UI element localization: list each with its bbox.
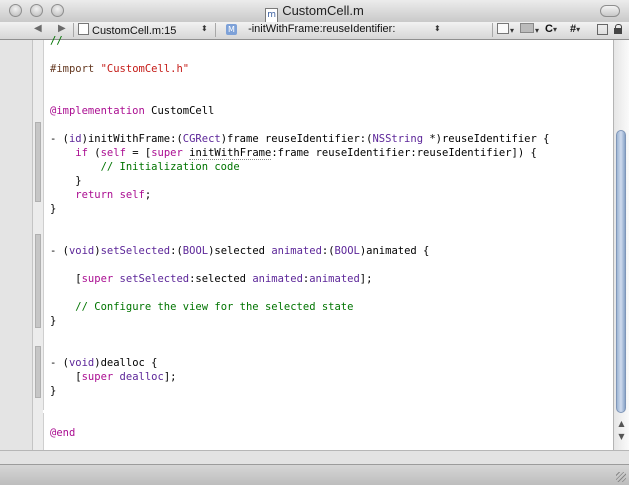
code-line[interactable]: [super setSelected:selected animated:ani… <box>50 272 372 286</box>
bookmarks-popup[interactable]: ▾ <box>497 23 514 36</box>
code-line[interactable]: if (self = [super initWithFrame:frame re… <box>50 146 537 160</box>
bookmarks-icon <box>497 23 509 34</box>
code-line[interactable]: } <box>50 174 81 188</box>
source-file-icon: m <box>265 8 279 23</box>
nav-divider <box>492 23 493 37</box>
includes-caret-icon: ▾ <box>576 25 581 34</box>
code-line[interactable]: @implementation CustomCell <box>50 104 214 118</box>
nav-divider <box>215 23 216 37</box>
code-line[interactable]: } <box>50 384 56 398</box>
navigation-bar: ◀ ▶ CustomCell.m:15 ⬍ M -initWithFrame:r… <box>0 22 629 40</box>
code-line[interactable]: } <box>50 314 56 328</box>
file-doc-icon <box>78 23 89 35</box>
counterpart-label: C <box>545 23 553 35</box>
editor-bottom-margin <box>43 410 613 413</box>
file-history-label: CustomCell.m:15 <box>92 25 177 37</box>
code-line[interactable]: // Configure the view for the selected s… <box>50 300 353 314</box>
code-line[interactable]: [super dealloc]; <box>50 370 176 384</box>
fold-region-marker[interactable] <box>35 346 41 398</box>
code-line[interactable]: return self; <box>50 188 151 202</box>
breakpoints-caret-icon: ▾ <box>535 26 540 35</box>
bookmarks-caret-icon: ▾ <box>510 26 515 35</box>
scroll-down-arrow-icon[interactable]: ▼ <box>616 432 627 444</box>
file-popup-stepper-icon[interactable]: ⬍ <box>201 24 208 33</box>
code-line[interactable]: } <box>50 202 56 216</box>
function-popup-stepper-icon[interactable]: ⬍ <box>434 24 441 33</box>
split-view-icon[interactable] <box>597 24 608 35</box>
fold-region-marker[interactable] <box>35 234 41 328</box>
code-line[interactable]: @end <box>50 426 75 440</box>
vertical-scroll-thumb[interactable] <box>616 130 626 413</box>
status-bar <box>0 464 629 485</box>
forward-arrow-icon[interactable]: ▶ <box>58 23 66 34</box>
back-arrow-icon[interactable]: ◀ <box>34 23 42 34</box>
fold-region-marker[interactable] <box>35 122 41 202</box>
method-badge-icon: M <box>226 24 237 35</box>
scroll-up-arrow-icon[interactable]: ▲ <box>616 419 627 431</box>
code-line[interactable]: // <box>50 34 63 48</box>
counterpart-caret-icon: ▾ <box>552 25 557 34</box>
code-line[interactable]: #import "CustomCell.h" <box>50 62 189 76</box>
resize-grip-icon[interactable] <box>616 472 626 482</box>
code-line[interactable]: - (id)initWithFrame:(CGRect)frame reuseI… <box>50 132 549 146</box>
function-popup-label: -initWithFrame:reuseIdentifier: <box>248 23 396 35</box>
window-title-group: m CustomCell.m <box>0 3 629 23</box>
horizontal-scroll-area[interactable] <box>0 450 629 465</box>
includes-popup[interactable]: #▾ <box>570 23 580 35</box>
breakpoints-icon <box>520 23 534 33</box>
window-title: CustomCell.m <box>282 3 364 18</box>
code-line[interactable]: - (void)setSelected:(BOOL)selected anima… <box>50 244 429 258</box>
code-editor[interactable]: // #import "CustomCell.h" @implementation … <box>0 35 613 450</box>
file-history-popup[interactable]: CustomCell.m:15 <box>78 23 176 37</box>
breakpoints-popup[interactable]: ▾ <box>520 23 539 36</box>
editor-window: m CustomCell.m ◀ ▶ CustomCell.m:15 ⬍ M -i… <box>0 0 629 485</box>
nav-divider <box>73 23 74 37</box>
counterpart-popup[interactable]: C▾ <box>545 23 557 35</box>
lock-icon[interactable] <box>614 24 622 34</box>
line-gutter[interactable] <box>0 40 33 450</box>
code-line[interactable]: // Initialization code <box>50 160 240 174</box>
toolbar-toggle-button[interactable] <box>600 5 620 17</box>
code-line[interactable]: - (void)dealloc { <box>50 356 157 370</box>
title-bar[interactable]: m CustomCell.m <box>0 0 629 23</box>
vertical-scrollbar[interactable]: ▲ ▼ <box>613 40 629 450</box>
function-popup[interactable]: M -initWithFrame:reuseIdentifier: <box>226 23 395 35</box>
